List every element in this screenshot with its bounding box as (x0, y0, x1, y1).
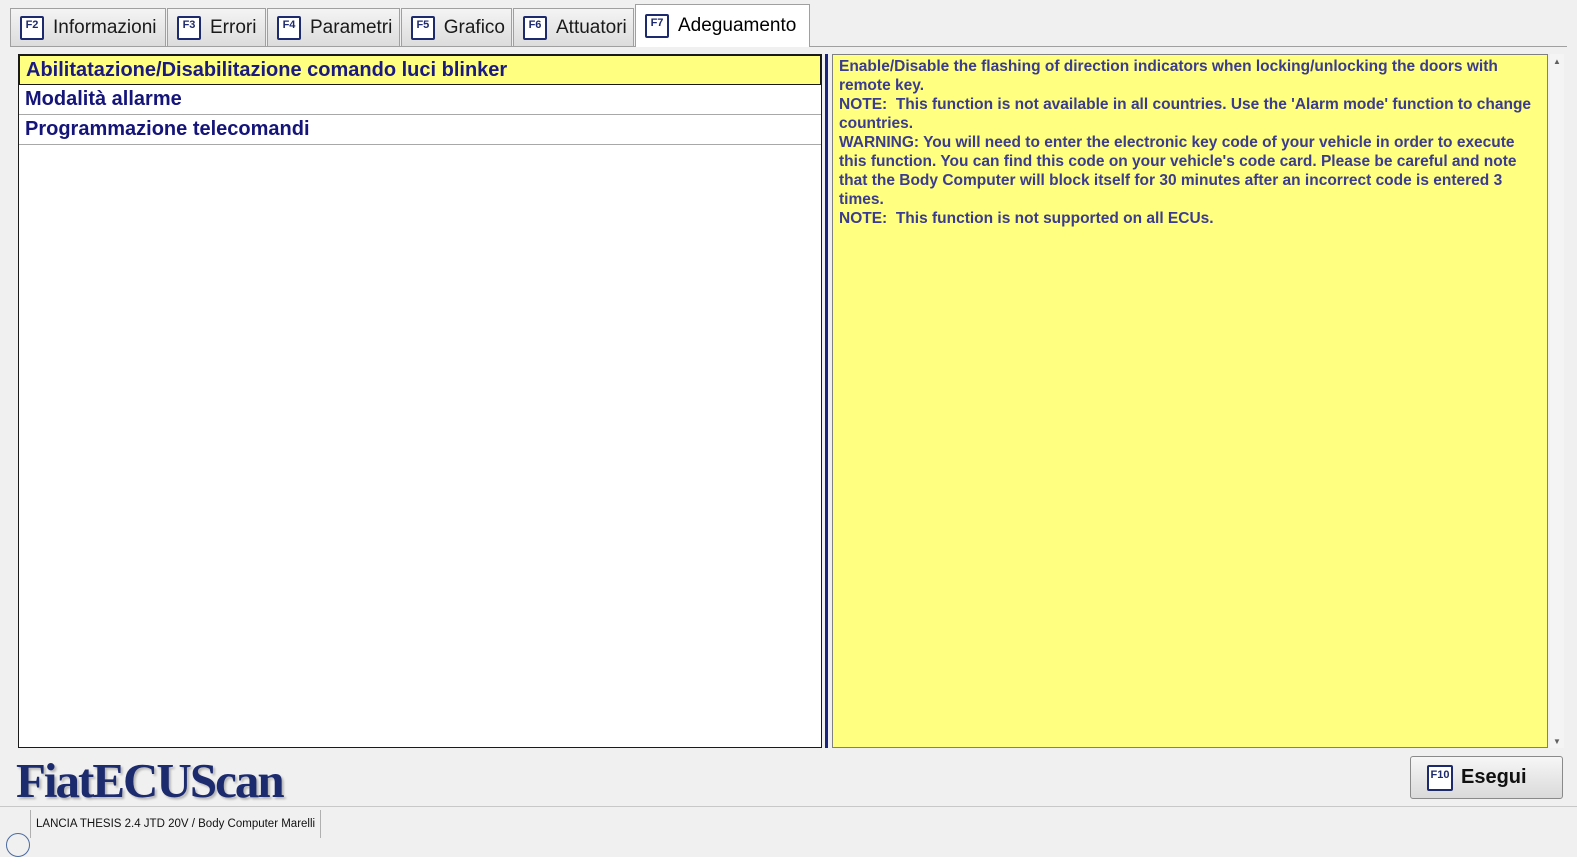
tab-label: Informazioni (53, 16, 157, 38)
tab-label: Errori (210, 16, 257, 38)
description-warning: WARNING: You will need to enter the elec… (839, 134, 1521, 208)
tab-grafico[interactable]: F5 Grafico (401, 8, 512, 46)
panel-splitter[interactable] (824, 54, 830, 748)
list-item-blinker[interactable]: Abilitatazione/Disabilitazione comando l… (19, 55, 821, 85)
f5-key-icon: F5 (411, 15, 435, 40)
execute-button[interactable]: F10 Esegui (1410, 756, 1563, 799)
tab-label: Parametri (310, 16, 393, 38)
tab-label: Adeguamento (678, 15, 797, 36)
connection-icon (6, 833, 30, 857)
f3-key-icon: F3 (177, 15, 201, 40)
list-item-remote-programming[interactable]: Programmazione telecomandi (19, 115, 821, 145)
description-note-ecu: NOTE: This function is not supported on … (839, 210, 1214, 227)
f6-key-icon: F6 (523, 15, 547, 40)
tab-label: Attuatori (556, 16, 627, 38)
list-item-alarm-mode[interactable]: Modalità allarme (19, 85, 821, 115)
tab-label: Grafico (443, 16, 505, 38)
vehicle-status: LANCIA THESIS 2.4 JTD 20V / Body Compute… (30, 810, 322, 838)
app-logo: FiatECUScan (16, 753, 285, 808)
status-bar: LANCIA THESIS 2.4 JTD 20V / Body Compute… (0, 806, 1577, 857)
tab-attuatori[interactable]: F6 Attuatori (513, 8, 634, 46)
description-scrollbar[interactable]: ▲ ▼ (1550, 54, 1564, 748)
f2-key-icon: F2 (20, 15, 44, 40)
f10-key-icon: F10 (1427, 764, 1453, 791)
description-panel: Enable/Disable the flashing of direction… (832, 54, 1548, 748)
scroll-down-icon[interactable]: ▼ (1550, 734, 1564, 748)
execute-button-label: Esegui (1461, 766, 1527, 788)
tab-adeguamento[interactable]: F7 Adeguamento (635, 4, 810, 47)
description-text: Enable/Disable the flashing of direction… (839, 58, 1503, 94)
description-note: NOTE: This function is not available in … (839, 96, 1536, 132)
tab-errori[interactable]: F3 Errori (167, 8, 266, 46)
function-list: Abilitatazione/Disabilitazione comando l… (18, 54, 822, 748)
tab-parametri[interactable]: F4 Parametri (267, 8, 400, 46)
tab-informazioni[interactable]: F2 Informazioni (10, 8, 166, 46)
scroll-up-icon[interactable]: ▲ (1550, 54, 1564, 68)
tab-bar: F2 Informazioni F3 Errori F4 Parametri F… (10, 4, 1577, 47)
f7-key-icon: F7 (645, 14, 669, 38)
f4-key-icon: F4 (277, 15, 301, 40)
